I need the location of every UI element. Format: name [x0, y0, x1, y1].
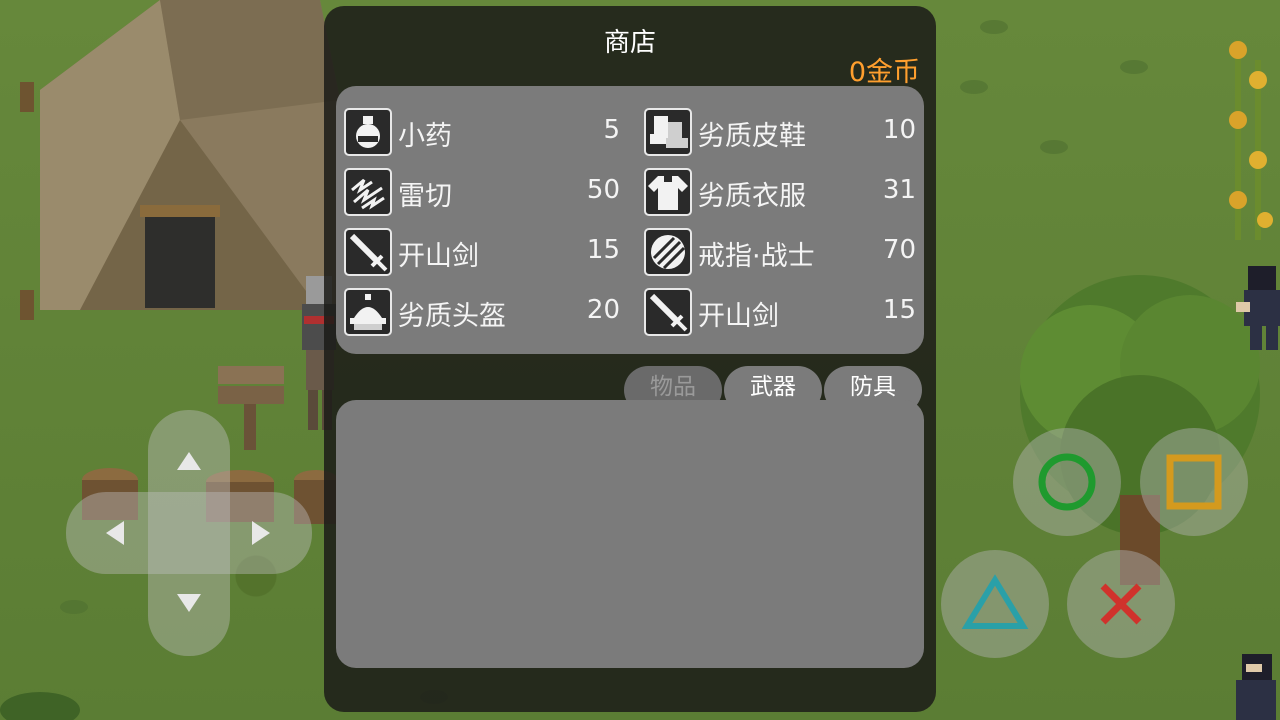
sword-icon: [644, 288, 692, 336]
item-detail-panel: [336, 400, 924, 668]
item-price: 20: [586, 295, 620, 325]
shop-item[interactable]: 劣质衣服 31: [636, 166, 924, 218]
dpad-right-arrow-icon[interactable]: [252, 521, 270, 545]
ninja-character-2: [1236, 654, 1276, 720]
item-name: 开山剑: [398, 241, 479, 272]
item-price: 10: [882, 115, 916, 145]
shop-panel: 商店 0金币 小药 5 劣质皮鞋 10 雷切 50 劣质衣服 31 开山剑 15…: [324, 6, 936, 712]
item-name: 开山剑: [698, 301, 779, 332]
item-name: 小药: [398, 121, 452, 152]
item-price: 50: [586, 175, 620, 205]
helmet-icon: [344, 288, 392, 336]
shirt-icon: [644, 168, 692, 216]
circle-button[interactable]: [1013, 428, 1121, 536]
circle-icon: [1038, 453, 1096, 511]
shop-item[interactable]: 小药 5: [336, 106, 628, 158]
ring-icon: [644, 228, 692, 276]
shop-item[interactable]: 开山剑 15: [636, 286, 924, 338]
square-button[interactable]: [1140, 428, 1248, 536]
shop-title: 商店: [603, 28, 656, 58]
item-price: 70: [882, 235, 916, 265]
ninja-character: [1236, 266, 1280, 350]
item-name: 戒指·战士: [698, 241, 815, 272]
lightning-icon: [344, 168, 392, 216]
item-grid: 小药 5 劣质皮鞋 10 雷切 50 劣质衣服 31 开山剑 15 戒指·战士 …: [336, 86, 924, 354]
shop-item[interactable]: 雷切 50: [336, 166, 628, 218]
item-name: 劣质衣服: [698, 181, 806, 212]
potion-icon: [344, 108, 392, 156]
yellow-flowers: [1229, 40, 1273, 240]
triangle-icon: [961, 574, 1029, 629]
tent: [20, 0, 340, 320]
item-name: 劣质头盔: [398, 301, 506, 332]
sword-icon: [344, 228, 392, 276]
dpad-down-arrow-icon[interactable]: [177, 594, 201, 612]
shop-item[interactable]: 劣质皮鞋 10: [636, 106, 924, 158]
shop-item[interactable]: 戒指·战士 70: [636, 226, 924, 278]
dpad-up-arrow-icon[interactable]: [177, 452, 201, 470]
item-name: 雷切: [398, 181, 452, 212]
item-price: 15: [586, 235, 620, 265]
dpad[interactable]: [66, 410, 312, 656]
triangle-button[interactable]: [941, 550, 1049, 658]
item-price: 5: [603, 115, 620, 145]
item-name: 劣质皮鞋: [698, 121, 806, 152]
shop-item[interactable]: 开山剑 15: [336, 226, 628, 278]
square-icon: [1166, 454, 1222, 510]
item-price: 31: [882, 175, 916, 205]
dpad-left-arrow-icon[interactable]: [106, 521, 124, 545]
shop-item[interactable]: 劣质头盔 20: [336, 286, 628, 338]
item-price: 15: [882, 295, 916, 325]
gold-counter: 0金币: [848, 57, 920, 88]
shrub: [0, 692, 80, 720]
boots-icon: [644, 108, 692, 156]
cross-icon: [1100, 583, 1142, 625]
cross-button[interactable]: [1067, 550, 1175, 658]
